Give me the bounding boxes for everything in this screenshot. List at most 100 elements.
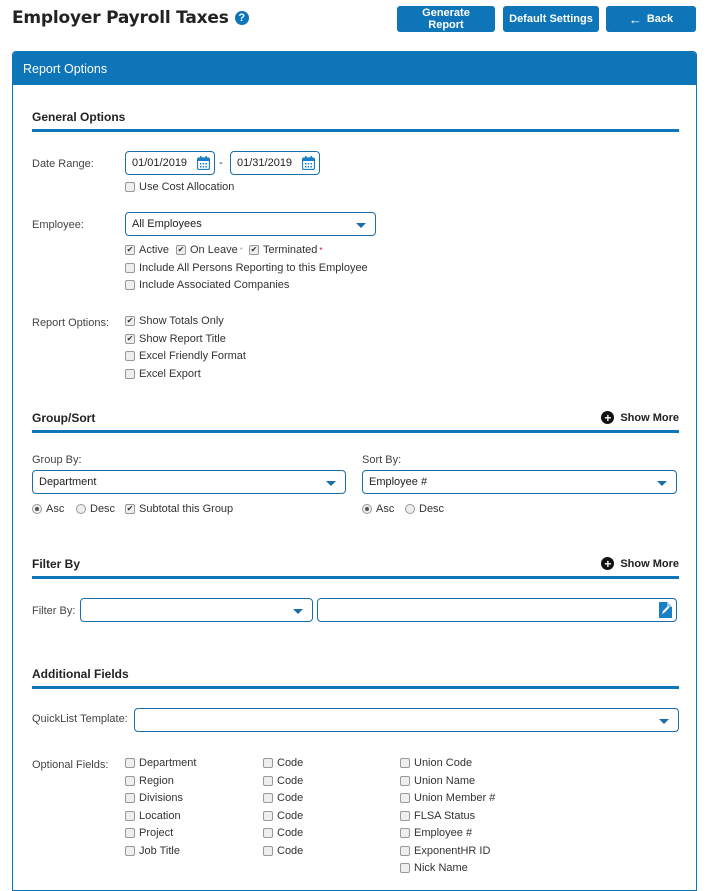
checkbox-box[interactable]	[125, 182, 135, 192]
checkbox-box[interactable]	[249, 245, 259, 255]
report-options-label: Report Options:	[32, 317, 110, 329]
optional-field-code-checkbox[interactable]: Code	[263, 845, 303, 857]
back-label: Back	[646, 13, 674, 25]
calendar-icon[interactable]	[197, 156, 210, 170]
checkbox-box[interactable]	[263, 776, 273, 786]
include-reporting-checkbox[interactable]: Include All Persons Reporting to this Em…	[125, 262, 368, 274]
status-on-leave-checkbox[interactable]: On Leave*	[176, 244, 243, 256]
checkbox-box[interactable]	[263, 811, 273, 821]
checkbox-box[interactable]	[125, 316, 135, 326]
optional-field-checkbox[interactable]: Job Title	[125, 845, 180, 857]
optional-field-checkbox[interactable]: Union Name	[400, 775, 475, 787]
generate-report-button[interactable]: Generate Report	[397, 6, 495, 32]
question-circle-icon[interactable]: ?	[234, 11, 249, 25]
radio-circle[interactable]	[32, 504, 42, 514]
calendar-icon[interactable]	[302, 156, 315, 170]
group-by-value: Department	[39, 476, 97, 488]
show-report-title-checkbox[interactable]: Show Report Title	[125, 333, 226, 345]
sort-by-select[interactable]: Employee #	[362, 470, 677, 494]
optional-field-checkbox[interactable]: Union Code	[400, 757, 472, 769]
status-active-checkbox[interactable]: Active	[125, 244, 169, 256]
radio-circle[interactable]	[76, 504, 86, 514]
checkbox-label: Code	[277, 810, 304, 822]
checkbox-box[interactable]	[125, 846, 135, 856]
checkbox-box[interactable]	[125, 263, 135, 273]
quicklist-template-select[interactable]	[134, 708, 679, 732]
checkbox-box[interactable]	[125, 758, 135, 768]
checkbox-box[interactable]	[125, 776, 135, 786]
optional-field-code-checkbox[interactable]: Code	[263, 792, 303, 804]
optional-fields-label: Optional Fields:	[32, 759, 109, 771]
group-sort-title: Group/Sort	[32, 411, 96, 425]
checkbox-box[interactable]	[400, 793, 410, 803]
checkbox-box[interactable]	[263, 793, 273, 803]
optional-field-code-checkbox[interactable]: Code	[263, 775, 303, 787]
group-by-select[interactable]: Department	[32, 470, 346, 494]
optional-field-checkbox[interactable]: FLSA Status	[400, 810, 475, 822]
default-settings-button[interactable]: Default Settings	[503, 6, 599, 32]
include-associated-checkbox[interactable]: Include Associated Companies	[125, 279, 289, 291]
date-from-input[interactable]: 01/01/2019	[125, 151, 215, 175]
group-by-label: Group By:	[32, 454, 82, 466]
general-options-title: General Options	[32, 110, 126, 124]
chevron-down-icon	[293, 609, 303, 614]
filter-criteria-input[interactable]	[317, 598, 677, 622]
group-desc-radio[interactable]: Desc	[76, 503, 115, 515]
checkbox-box[interactable]	[400, 863, 410, 873]
checkbox-box[interactable]	[263, 828, 273, 838]
optional-field-checkbox[interactable]: Nick Name	[400, 862, 468, 874]
optional-field-checkbox[interactable]: Employee #	[400, 827, 472, 839]
optional-field-checkbox[interactable]: Project	[125, 827, 173, 839]
checkbox-box[interactable]	[176, 245, 186, 255]
optional-field-checkbox[interactable]: Union Member #	[400, 792, 495, 804]
checkbox-box[interactable]	[400, 811, 410, 821]
plus-circle-icon: +	[601, 557, 615, 570]
checkbox-box[interactable]	[400, 776, 410, 786]
checkbox-box[interactable]	[125, 504, 135, 514]
optional-field-code-checkbox[interactable]: Code	[263, 810, 303, 822]
sort-asc-radio[interactable]: Asc	[362, 503, 394, 515]
optional-field-checkbox[interactable]: Region	[125, 775, 174, 787]
checkbox-label: Code	[277, 757, 304, 769]
checkbox-box[interactable]	[125, 828, 135, 838]
chevron-down-icon	[657, 481, 667, 486]
radio-circle[interactable]	[362, 504, 372, 514]
checkbox-box[interactable]	[400, 846, 410, 856]
use-cost-allocation-checkbox[interactable]: Use Cost Allocation	[125, 181, 234, 193]
employee-select[interactable]: All Employees	[125, 212, 376, 236]
radio-label: Desc	[90, 503, 116, 515]
status-terminated-checkbox[interactable]: Terminated*	[249, 244, 323, 256]
show-totals-only-checkbox[interactable]: Show Totals Only	[125, 315, 224, 327]
date-to-input[interactable]: 01/31/2019	[230, 151, 320, 175]
checkbox-box[interactable]	[263, 846, 273, 856]
edit-document-icon[interactable]	[659, 602, 672, 618]
default-settings-label: Default Settings	[509, 13, 593, 25]
checkbox-box[interactable]	[125, 334, 135, 344]
excel-friendly-checkbox[interactable]: Excel Friendly Format	[125, 350, 246, 362]
optional-field-code-checkbox[interactable]: Code	[263, 827, 303, 839]
checkbox-box[interactable]	[125, 280, 135, 290]
checkbox-box[interactable]	[400, 758, 410, 768]
checkbox-label: Show Totals Only	[139, 315, 224, 327]
optional-field-checkbox[interactable]: ExponentHR ID	[400, 845, 490, 857]
filter-field-select[interactable]	[80, 598, 313, 622]
checkbox-box[interactable]	[125, 369, 135, 379]
optional-field-checkbox[interactable]: Location	[125, 810, 181, 822]
optional-field-checkbox[interactable]: Department	[125, 757, 196, 769]
checkbox-box[interactable]	[125, 793, 135, 803]
checkbox-box[interactable]	[125, 811, 135, 821]
radio-circle[interactable]	[405, 504, 415, 514]
subtotal-group-checkbox[interactable]: Subtotal this Group	[125, 503, 233, 515]
group-sort-show-more[interactable]: + Show More	[601, 411, 679, 424]
checkbox-box[interactable]	[400, 828, 410, 838]
excel-export-checkbox[interactable]: Excel Export	[125, 368, 201, 380]
optional-field-code-checkbox[interactable]: Code	[263, 757, 303, 769]
optional-field-checkbox[interactable]: Divisions	[125, 792, 183, 804]
checkbox-box[interactable]	[263, 758, 273, 768]
checkbox-box[interactable]	[125, 245, 135, 255]
filter-by-show-more[interactable]: + Show More	[601, 557, 679, 570]
sort-desc-radio[interactable]: Desc	[405, 503, 444, 515]
back-button[interactable]: ← Back	[606, 6, 696, 32]
group-asc-radio[interactable]: Asc	[32, 503, 64, 515]
checkbox-box[interactable]	[125, 351, 135, 361]
